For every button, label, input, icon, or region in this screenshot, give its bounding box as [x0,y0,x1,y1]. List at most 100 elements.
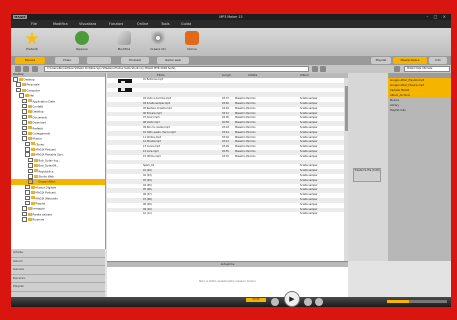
folder-icon [30,153,35,157]
target-item-label: Gruppo Attivi_Musica.mp3 [390,84,425,87]
folder-icon [30,196,35,200]
tree-item-label: Gruppi Attivi [38,179,56,184]
expand-icon[interactable] [22,217,27,222]
toolbar-modifica-button[interactable]: Modifica [111,30,137,54]
transfer-panel: Trasferire file (tutti) [348,73,388,261]
expand-icon[interactable] [28,174,33,179]
expand-icon[interactable] [25,147,30,152]
folder-icon [30,142,35,146]
target-item-label: Musica [390,99,399,102]
right-back-icon[interactable] [394,66,400,72]
target-item-label: Gruppo Attivi_Playlist.mp3 [390,79,425,82]
player-bar: 00:00 ▶ [11,291,451,307]
expand-icon[interactable] [16,87,21,93]
stop-icon[interactable] [304,298,312,306]
tree-item-label: MAGIX Webradio [35,195,58,200]
tab-playlist[interactable]: Playlist [371,57,391,64]
toolbar-creare-cd-button[interactable]: Creare CD [145,30,171,54]
menu-tools[interactable]: Tools [161,20,170,28]
menu-visualizza[interactable]: Visualizza [79,20,96,28]
menu-funzioni[interactable]: Funzioni [109,20,123,28]
path-input-left[interactable]: C:\Users\Nome\Music\MAGIX Portable Sync\… [44,66,309,72]
play-button[interactable]: ▶ [284,291,300,307]
tab-radio-web[interactable]: Radio web [157,57,189,64]
folder-icon [33,174,38,178]
expand-icon[interactable] [16,82,21,87]
expand-icon[interactable] [28,163,33,168]
folder-icon [27,217,32,221]
folder-icon [33,169,38,173]
expand-icon[interactable] [28,179,33,184]
accordion-playlist[interactable]: Playlist [11,283,105,292]
menu-guida[interactable]: Guida [181,20,191,28]
folder-icon [33,164,38,167]
tree-item-label: Bob_Dylan Ing... [38,158,61,163]
expand-icon[interactable] [25,184,30,190]
transfer-files-button[interactable]: Trasferire file (tutti) [353,168,381,182]
accordion-artista[interactable]: Artista [11,249,105,258]
menu-online[interactable]: Online [137,20,148,28]
folder-icon [27,137,32,141]
preview-message: Non è stato selezionato nessun brano [199,279,256,283]
expand-icon[interactable] [22,120,27,125]
menu-file[interactable]: File [31,20,37,28]
folder-icon [30,147,35,151]
accordion-album[interactable]: Album [11,258,105,266]
expand-icon[interactable] [22,114,27,120]
expand-icon[interactable] [22,136,27,141]
table-row[interactable]: 10 (11) Scialla semper [107,212,348,217]
expand-icon[interactable] [28,157,33,163]
expand-icon[interactable] [19,93,24,98]
target-item-label: Cartella MAGIX [390,89,410,92]
accordion-decenni[interactable]: Decenni [11,275,105,283]
folder-icon [27,120,32,124]
tab-video[interactable]: Video [55,57,79,64]
back-icon[interactable] [15,66,21,72]
expand-icon[interactable] [22,125,27,131]
tab-info[interactable]: Info [429,57,447,64]
tree-item-label: Download [32,120,46,125]
target-item[interactable]: Playlist.m3u [388,108,451,113]
expand-icon[interactable] [22,206,27,211]
expand-icon[interactable] [22,98,27,104]
expand-icon[interactable] [22,109,27,114]
tab-masterizzare[interactable]: Masterizzare [393,57,427,64]
refresh-icon[interactable] [312,66,318,72]
toolbar-preferiti-button[interactable]: Preferiti [19,30,45,54]
time-display: 00:00 [246,298,266,302]
expand-icon[interactable] [22,211,27,217]
tree-item-label: iTunes [35,141,44,146]
previous-icon[interactable] [271,298,279,306]
tree-item[interactable]: Ricerche [11,217,105,222]
menu-bar: File Modifica Visualizza Funzioni Online… [11,20,451,28]
file-list: Titolo Lungh. Artista Album 01 Bollicine… [107,73,348,261]
expand-icon[interactable] [25,195,30,201]
folder-icon [21,88,26,92]
menu-modifica[interactable]: Modifica [53,20,68,28]
toolbar-rippare-button[interactable]: Rippare [69,30,95,54]
folder-icon [33,180,38,184]
expand-icon[interactable] [13,77,18,82]
expand-icon[interactable] [25,200,30,206]
view-icon[interactable] [320,66,326,72]
expand-icon[interactable] [25,190,30,195]
expand-icon[interactable] [22,103,27,109]
accordion-genere[interactable]: Genere [11,266,105,275]
target-item-label: Playlist.m3u [390,109,406,112]
forward-icon[interactable] [23,66,29,72]
path-input-right[interactable]: MAGIX Data Ultimate [404,66,450,72]
toolbar-online-button[interactable]: Online [179,30,205,54]
tab-musica[interactable]: Musica [15,57,45,64]
expand-icon[interactable] [25,152,30,157]
volume-slider[interactable] [387,300,447,303]
tab-blank[interactable] [87,57,111,64]
path-bar: C:\Users\Nome\Music\MAGIX Portable Sync\… [11,65,451,73]
expand-icon[interactable] [28,168,33,174]
tree-item-label: Musica Digitale [35,185,57,190]
expand-icon[interactable] [22,130,27,136]
expand-icon[interactable] [25,141,30,147]
next-icon[interactable] [315,298,323,306]
folder-icon [27,115,32,119]
tab-podcast[interactable]: Podcast [121,57,149,64]
folder-up-icon[interactable] [32,66,38,72]
